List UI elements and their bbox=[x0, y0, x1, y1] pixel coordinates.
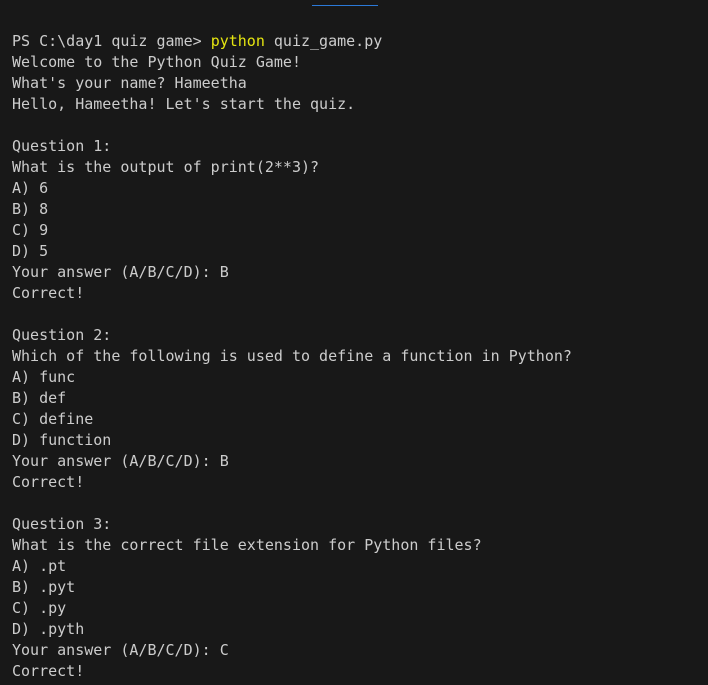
output-line: Your answer (A/B/C/D): B bbox=[12, 263, 229, 281]
output-line: What is the output of print(2**3)? bbox=[12, 158, 320, 176]
output-line: Question 1: bbox=[12, 137, 112, 155]
output-line: D) .pyth bbox=[12, 620, 85, 638]
command-argument: quiz_game.py bbox=[264, 32, 383, 50]
output-line: A) .pt bbox=[12, 557, 67, 575]
active-tab-indicator bbox=[312, 5, 378, 6]
output-line: A) func bbox=[12, 368, 76, 386]
output-line: C) 9 bbox=[12, 221, 49, 239]
output-line: B) def bbox=[12, 389, 67, 407]
prompt: PS C:\day1 quiz game> bbox=[12, 32, 211, 50]
output-line: C) .py bbox=[12, 599, 67, 617]
command-line: PS C:\day1 quiz game> python quiz_game.p… bbox=[12, 31, 708, 52]
output-line: Correct! bbox=[12, 473, 85, 491]
output-line: D) function bbox=[12, 431, 112, 449]
output-line: B) .pyt bbox=[12, 578, 76, 596]
output-line: What is the correct file extension for P… bbox=[12, 536, 482, 554]
terminal-output: Welcome to the Python Quiz Game! What's y… bbox=[12, 52, 708, 682]
output-line: Question 3: bbox=[12, 515, 112, 533]
output-line: Which of the following is used to define… bbox=[12, 347, 572, 365]
output-line: Correct! bbox=[12, 662, 85, 680]
output-line: A) 6 bbox=[12, 179, 49, 197]
output-line: C) define bbox=[12, 410, 94, 428]
command-name: python bbox=[210, 32, 265, 50]
output-line: B) 8 bbox=[12, 200, 49, 218]
output-line: Your answer (A/B/C/D): B bbox=[12, 452, 229, 470]
output-line: What's your name? Hameetha bbox=[12, 74, 247, 92]
output-line: Welcome to the Python Quiz Game! bbox=[12, 53, 301, 71]
output-line: Hello, Hameetha! Let's start the quiz. bbox=[12, 95, 356, 113]
terminal-panel[interactable]: PS C:\day1 quiz game> python quiz_game.p… bbox=[0, 0, 708, 685]
output-line: Your answer (A/B/C/D): C bbox=[12, 641, 229, 659]
output-line: Question 2: bbox=[12, 326, 112, 344]
output-line: Correct! bbox=[12, 284, 85, 302]
output-line: D) 5 bbox=[12, 242, 49, 260]
